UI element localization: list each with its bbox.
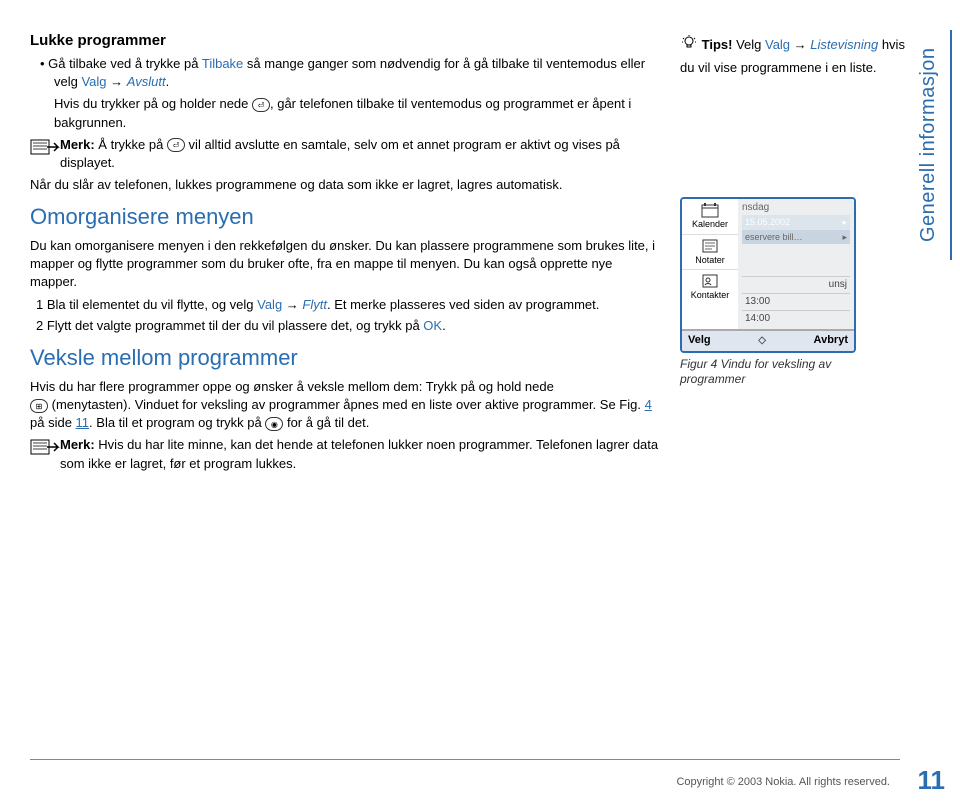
date-label: 15.05.2002 — [745, 217, 790, 227]
heading-omorganisere: Omorganisere menyen — [30, 202, 660, 233]
section-tab: Generell informasjon — [914, 30, 952, 260]
entry-mark: ▸ — [842, 231, 847, 244]
text: . Bla til et program og trykk på — [89, 415, 265, 430]
text: Velg — [736, 37, 765, 52]
text: Hvis du trykker på og holder nede — [54, 96, 252, 111]
menu-key-icon — [30, 399, 48, 413]
note-icon — [30, 436, 60, 458]
entry-label: eservere bill… — [745, 231, 803, 244]
calendar-icon — [700, 202, 720, 218]
link-avslutt: Avslutt — [127, 74, 166, 89]
link-fig[interactable]: 4 — [645, 397, 652, 412]
link-tilbake: Tilbake — [202, 56, 243, 71]
calendar-bg: nsdag 15.05.2002 ▸ eservere bill…▸ unsj … — [738, 199, 854, 329]
copyright: Copyright © 2003 Nokia. All rights reser… — [676, 775, 890, 790]
tip-lead: Tips! — [702, 37, 736, 52]
arrow-icon: → — [790, 37, 810, 52]
link-valg: Valg — [257, 297, 282, 312]
para-veksle: Hvis du har flere programmer oppe og øns… — [30, 378, 660, 433]
text: Gå tilbake ved å trykke på — [48, 56, 202, 71]
list-item[interactable]: Kalender — [682, 199, 738, 235]
para-hvis: Hvis du trykker på og holder nede , går … — [30, 95, 660, 131]
text: for å gå til det. — [283, 415, 369, 430]
heading-veksle: Veksle mellom programmer — [30, 343, 660, 374]
text: Hvis du har flere programmer oppe og øns… — [30, 379, 554, 394]
text: 2 Flytt det valgte programmet til der du… — [36, 318, 423, 333]
contacts-icon — [700, 273, 720, 289]
figure-4: Kalender Notater Kontakter nsdag — [680, 197, 860, 388]
list-item[interactable]: Notater — [682, 235, 738, 271]
figure-caption: Figur 4 Vindu for veksling av programmer — [680, 357, 860, 388]
time-hint: unsj — [742, 276, 850, 293]
link-side[interactable]: 11 — [76, 415, 90, 430]
softkey-left[interactable]: Velg — [688, 333, 711, 348]
tip-block: Tips! Velg Valg → Listevisning hvis du v… — [680, 34, 920, 77]
tip-liste: Listevisning — [810, 37, 878, 52]
day-label: nsdag — [742, 201, 850, 215]
sidebar: Tips! Velg Valg → Listevisning hvis du v… — [680, 30, 920, 473]
note-lukke: Merk: Å trykke på vil alltid avslutte en… — [30, 136, 660, 172]
page-number: 11 — [918, 762, 946, 798]
tip-valg: Valg — [765, 37, 790, 52]
text: . Et merke plasseres ved siden av progra… — [327, 297, 599, 312]
item-label: Kontakter — [691, 289, 730, 302]
text: Hvis du har lite minne, kan det hende at… — [60, 437, 658, 470]
list-item[interactable]: Kontakter — [682, 270, 738, 305]
para-om: Du kan omorganisere menyen i den rekkefø… — [30, 237, 660, 292]
note-label: Merk: — [60, 137, 98, 152]
arrow-icon: → — [282, 297, 302, 312]
arrow-icon: → — [110, 74, 123, 89]
softkey-bar: Velg ◇ Avbryt — [682, 330, 854, 350]
app-switcher-list: Kalender Notater Kontakter — [682, 199, 738, 329]
note-veksle: Merk: Hvis du har lite minne, kan det he… — [30, 436, 660, 472]
text: Å trykke på — [98, 137, 167, 152]
text: . — [166, 74, 170, 89]
nav-indicator-icon: ◇ — [758, 334, 766, 348]
end-key-icon — [167, 138, 185, 152]
text: (menytasten). Vinduet for veksling av pr… — [48, 397, 645, 412]
step-2: 2 Flytt det valgte programmet til der du… — [30, 317, 660, 335]
main-column: Lukke programmer Gå tilbake ved å trykke… — [30, 30, 680, 473]
time-row: 14:00 — [742, 310, 850, 327]
text: . — [442, 318, 446, 333]
softkey-right[interactable]: Avbryt — [814, 333, 848, 348]
step-1: 1 Bla til elementet du vil flytte, og ve… — [30, 296, 660, 314]
heading-lukke: Lukke programmer — [30, 30, 660, 51]
time-row: 13:00 — [742, 293, 850, 310]
note-label: Merk: — [60, 437, 98, 452]
bullet-lukke: Gå tilbake ved å trykke på Tilbake så ma… — [30, 55, 660, 91]
lightbulb-icon — [680, 34, 698, 58]
text: 1 Bla til elementet du vil flytte, og ve… — [36, 297, 257, 312]
item-label: Kalender — [692, 218, 728, 231]
link-valg: Valg — [81, 74, 106, 89]
end-key-icon — [252, 98, 270, 112]
phone-screen: Kalender Notater Kontakter nsdag — [680, 197, 856, 353]
note-icon — [30, 136, 60, 158]
item-label: Notater — [695, 254, 725, 267]
joystick-icon — [265, 417, 283, 431]
text: på side — [30, 415, 76, 430]
footer-divider — [30, 759, 900, 760]
notes-icon — [700, 238, 720, 254]
link-flytt: Flytt — [302, 297, 327, 312]
para-nar: Når du slår av telefonen, lukkes program… — [30, 176, 660, 194]
link-ok: OK — [423, 318, 442, 333]
